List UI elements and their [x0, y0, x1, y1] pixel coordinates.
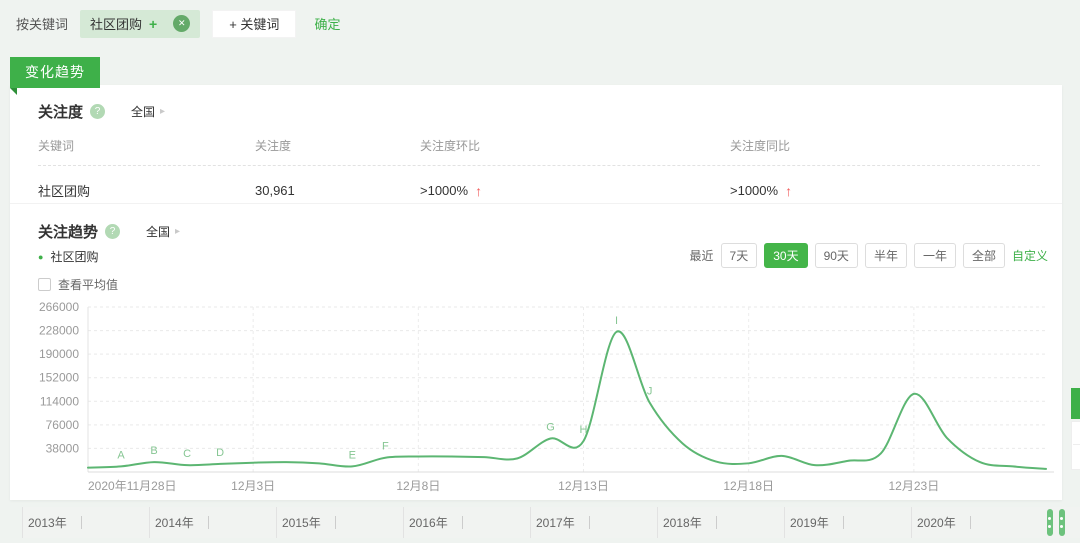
recent-label: 最近: [689, 249, 714, 263]
filter-bar: 按关键词 社区团购 + ✕ + 关键词 确定: [0, 0, 1080, 47]
confirm-button[interactable]: 确定: [314, 14, 340, 33]
col-mom: 关注度环比: [420, 139, 481, 153]
point-label-C[interactable]: C: [183, 448, 191, 460]
brush-handle-right[interactable]: [1059, 509, 1065, 536]
trend-chart-area[interactable]: 38000 76000 114000 152000 190000 228000 266000…: [16, 300, 1056, 500]
help-icon[interactable]: ?: [90, 104, 106, 119]
table-row: 社区团购 30,961 >1000% ↑ >1000% ↑: [38, 166, 1040, 200]
average-toggle[interactable]: 查看平均值: [38, 276, 118, 293]
legend-dot-icon: ●: [38, 251, 44, 262]
plus-icon[interactable]: +: [149, 16, 157, 32]
year-label: 2014年: [155, 516, 194, 530]
y-tick-label: 114000: [40, 394, 79, 408]
point-label-A[interactable]: A: [117, 449, 125, 461]
help-icon[interactable]: ?: [105, 224, 121, 239]
timeline-year-2020[interactable]: 2020年: [911, 507, 1038, 538]
y-tick-label: 228000: [39, 324, 79, 338]
timeline-year-2019[interactable]: 2019年: [784, 507, 911, 538]
custom-range-button[interactable]: 自定义: [1012, 247, 1048, 264]
range-one-year-button[interactable]: 一年: [913, 243, 956, 268]
row-keyword: 社区团购: [38, 184, 91, 199]
year-label: 2017年: [536, 516, 575, 530]
x-tick-label: 12月23日: [889, 479, 940, 493]
range-all-button[interactable]: 全部: [962, 243, 1005, 268]
time-range-bar: 最近 7天 30天 90天 半年 一年 全部 自定义: [690, 243, 1048, 268]
year-label: 2019年: [790, 516, 829, 530]
year-label: 2020年: [917, 516, 956, 530]
up-arrow-icon: ↑: [475, 182, 483, 199]
legend-label: 社区团购: [50, 250, 99, 264]
add-keyword-button[interactable]: + 关键词: [212, 9, 297, 38]
section-divider: [10, 203, 1062, 204]
year-timeline-slider[interactable]: 2013年 2014年 2015年 2016年 2017年 2018年 2019…: [22, 507, 1080, 538]
timeline-year-2013[interactable]: 2013年: [22, 507, 149, 538]
y-tick-label: 190000: [39, 347, 79, 361]
x-tick-label: 12月8日: [396, 479, 440, 493]
change-trend-ribbon: 变化趋势: [10, 57, 100, 95]
y-tick-label: 152000: [39, 371, 79, 385]
up-arrow-icon: ↑: [785, 182, 793, 199]
row-attention-value: 30,961: [255, 183, 295, 198]
col-attention: 关注度: [255, 139, 292, 153]
year-label: 2016年: [409, 516, 448, 530]
row-yoy-value: >1000%: [730, 183, 779, 198]
point-label-F[interactable]: F: [382, 441, 389, 453]
attention-section-header: 关注度 ? 全国 ▸: [38, 101, 165, 122]
region-selector[interactable]: 全国: [146, 223, 170, 240]
timeline-year-2017[interactable]: 2017年: [530, 507, 657, 538]
row-yoy-cell: >1000% ↑: [730, 183, 1040, 199]
col-yoy: 关注度同比: [730, 139, 791, 153]
side-widget-cropped[interactable]: [1071, 388, 1080, 419]
trend-line-series[interactable]: [87, 330, 1047, 470]
checkbox-icon[interactable]: [38, 278, 51, 291]
chart-legend: ● 社区团购: [38, 248, 98, 265]
chevron-right-icon: ▸: [175, 226, 181, 237]
keyword-tag-label: 社区团购: [90, 17, 143, 32]
attention-title: 关注度: [38, 104, 84, 121]
chevron-right-icon: ▸: [160, 106, 166, 117]
y-tick-label: 38000: [46, 441, 80, 455]
row-mom-value: >1000%: [420, 183, 469, 198]
x-tick-label: 12月3日: [231, 479, 275, 493]
attention-table: 关键词 关注度 关注度环比 关注度同比 社区团购 30,961 >1000% ↑…: [38, 137, 1040, 200]
range-30d-button[interactable]: 30天: [764, 243, 808, 268]
range-90d-button[interactable]: 90天: [814, 243, 858, 268]
trend-section-header: 关注趋势 ? 全国 ▸: [38, 221, 180, 242]
attention-table-header: 关键词 关注度 关注度环比 关注度同比: [38, 137, 1040, 166]
point-label-B[interactable]: B: [150, 445, 157, 457]
row-mom-cell: >1000% ↑: [420, 183, 730, 199]
x-tick-label: 2020年11月28日: [88, 479, 177, 493]
x-tick-label: 12月18日: [723, 479, 774, 493]
year-label: 2018年: [663, 516, 702, 530]
brush-handle-left[interactable]: [1047, 509, 1053, 536]
keyword-tag[interactable]: 社区团购 + ✕: [80, 9, 201, 38]
average-label: 查看平均值: [58, 278, 119, 292]
x-tick-label: 12月13日: [558, 479, 609, 493]
y-tick-label: 266000: [39, 300, 79, 314]
point-label-H[interactable]: H: [580, 424, 588, 436]
range-half-year-button[interactable]: 半年: [864, 243, 907, 268]
timeline-year-2015[interactable]: 2015年: [276, 507, 403, 538]
year-label: 2015年: [282, 516, 321, 530]
point-label-G[interactable]: G: [546, 422, 555, 434]
range-7d-button[interactable]: 7天: [720, 243, 758, 268]
trend-title: 关注趋势: [38, 224, 99, 241]
point-label-J[interactable]: J: [647, 386, 653, 398]
page: 按关键词 社区团购 + ✕ + 关键词 确定 变化趋势 关注度 ? 全国 ▸ 关…: [0, 0, 1080, 543]
y-tick-label: 76000: [46, 418, 80, 432]
point-label-D[interactable]: D: [216, 447, 224, 459]
close-icon[interactable]: ✕: [173, 15, 191, 32]
timeline-year-2018[interactable]: 2018年: [657, 507, 784, 538]
timeline-year-2014[interactable]: 2014年: [149, 507, 276, 538]
trend-card: 关注度 ? 全国 ▸ 关键词 关注度 关注度环比 关注度同比 社区团购 30,9…: [10, 85, 1062, 500]
timeline-year-2016[interactable]: 2016年: [403, 507, 530, 538]
point-label-I[interactable]: I: [615, 315, 618, 327]
col-keyword: 关键词: [38, 139, 75, 153]
trend-line-chart[interactable]: 38000 76000 114000 152000 190000 228000 266000…: [16, 300, 1056, 500]
filter-by-keyword-label: 按关键词: [16, 17, 69, 32]
side-panel-cropped: [1071, 421, 1080, 470]
year-label: 2013年: [28, 516, 67, 530]
point-label-E[interactable]: E: [349, 449, 356, 461]
region-selector[interactable]: 全国: [131, 103, 155, 120]
